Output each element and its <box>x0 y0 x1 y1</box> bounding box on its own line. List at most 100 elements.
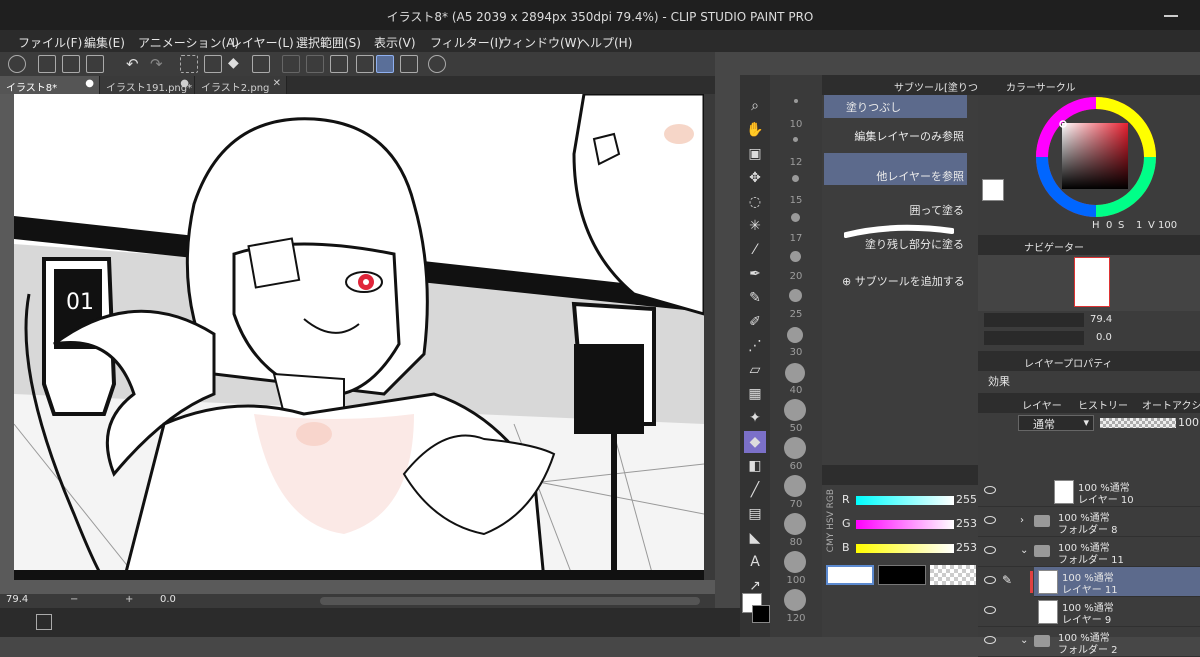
snap-special-ruler-icon[interactable] <box>376 55 394 73</box>
menu-edit[interactable]: 編集(E) <box>84 34 125 51</box>
sub-color-chip[interactable] <box>878 565 926 585</box>
g-value[interactable]: 253 <box>956 517 977 530</box>
eyedropper-tool-icon[interactable]: ⁄ <box>744 239 766 261</box>
snap-ruler-icon[interactable] <box>356 55 374 73</box>
menu-help[interactable]: ヘルプ(H) <box>578 34 632 51</box>
eye-icon[interactable] <box>984 576 996 584</box>
menu-animation[interactable]: アニメーション(A) <box>138 34 239 51</box>
navigator-preview-area[interactable] <box>978 255 1200 311</box>
opacity-value[interactable]: 100 <box>1178 416 1199 429</box>
layer-row[interactable]: › 100 %通常 フォルダー 8 <box>978 507 1200 537</box>
brush-size-dot[interactable] <box>784 437 806 459</box>
color-wheel[interactable] <box>1034 95 1158 219</box>
blend-tool-icon[interactable]: ▦ <box>744 383 766 405</box>
subtool-item-enclose-fill[interactable]: 囲って塗る <box>824 187 967 219</box>
help-icon[interactable] <box>428 55 446 73</box>
tab-layer[interactable]: レイヤー <box>1022 397 1062 412</box>
angle-readout[interactable]: 0.0 <box>160 594 176 605</box>
brush-size-dot[interactable] <box>784 551 806 573</box>
deselect-icon[interactable] <box>282 55 300 73</box>
subtool-item-edit-layer-only[interactable]: 編集レイヤーのみ参照 <box>824 122 967 145</box>
tab-illust2[interactable]: イラスト2.png ✕ <box>195 76 287 94</box>
menu-selection[interactable]: 選択範囲(S) <box>296 34 361 51</box>
brush-size-dot[interactable] <box>784 475 806 497</box>
brush-tool-icon[interactable]: ✐ <box>744 311 766 333</box>
tab-close-icon[interactable]: ✕ <box>273 78 281 89</box>
r-value[interactable]: 255 <box>956 493 977 506</box>
brush-size-dot[interactable] <box>789 289 802 302</box>
subtool-item-unfilled-area[interactable]: 塗り残し部分に塗る <box>824 221 967 253</box>
clip-studio-icon[interactable] <box>8 55 26 73</box>
open-file-icon[interactable] <box>62 55 80 73</box>
subtool-item-refer-other-layers[interactable]: 他レイヤーを参照 <box>824 153 967 185</box>
menu-view[interactable]: 表示(V) <box>374 34 416 51</box>
fill-tool-icon[interactable]: ◆ <box>744 431 766 453</box>
eye-icon[interactable] <box>984 546 996 554</box>
clear-icon[interactable] <box>180 55 198 73</box>
main-color-swatch[interactable] <box>982 179 1004 201</box>
move-layer-tool-icon[interactable]: ✥ <box>744 167 766 189</box>
brush-size-dot[interactable] <box>787 327 803 343</box>
scale-icon[interactable] <box>252 55 270 73</box>
eye-icon[interactable] <box>984 606 996 614</box>
brush-size-dot[interactable] <box>792 175 799 182</box>
eraser-tool-icon[interactable]: ▱ <box>744 359 766 381</box>
lasso-tool-icon[interactable]: ◌ <box>744 191 766 213</box>
layer-row[interactable]: 100 %通常 レイヤー 9 <box>978 597 1200 627</box>
layer-row[interactable]: ⌄ 100 %通常 フォルダー 11 <box>978 537 1200 567</box>
zoom-out-icon[interactable]: − <box>70 594 78 605</box>
fill-icon[interactable]: ◆ <box>228 55 246 73</box>
subtool-group-fill[interactable]: 塗りつぶし <box>824 95 967 118</box>
r-slider[interactable] <box>856 496 954 505</box>
show-selection-icon[interactable] <box>330 55 348 73</box>
blend-mode-select[interactable]: 通常 ▾ <box>1018 415 1094 431</box>
hand-tool-icon[interactable]: ✋ <box>744 119 766 141</box>
text-tool-icon[interactable]: A <box>744 551 766 573</box>
drawing-canvas[interactable]: 01 <box>14 94 704 580</box>
operation-tool-icon[interactable]: ▣ <box>744 143 766 165</box>
transparent-color-chip[interactable] <box>930 565 976 585</box>
menu-layer[interactable]: レイヤー(L) <box>230 34 294 51</box>
color-mode-tabs[interactable]: CMY HSV RGB <box>826 489 836 552</box>
tab-illust191[interactable]: イラスト191.png* ● <box>100 76 195 94</box>
add-subtool-button[interactable]: ⊕ サブツールを追加する <box>842 273 965 289</box>
chevron-right-icon[interactable]: › <box>1020 515 1024 526</box>
eye-icon[interactable] <box>984 516 996 524</box>
navigator-angle[interactable]: 0.0 <box>1096 332 1112 343</box>
horizontal-scrollbar[interactable] <box>320 597 700 605</box>
brush-size-dot[interactable] <box>784 589 806 611</box>
main-color-chip[interactable] <box>826 565 874 585</box>
navigator-rotate-slider[interactable] <box>984 331 1084 345</box>
undo-icon[interactable]: ↶ <box>126 55 144 73</box>
frame-tool-icon[interactable]: ▤ <box>744 503 766 525</box>
brush-size-dot[interactable] <box>784 513 806 535</box>
gradient-tool-icon[interactable]: ◧ <box>744 455 766 477</box>
invert-selection-icon[interactable] <box>306 55 324 73</box>
snap-grid-icon[interactable] <box>400 55 418 73</box>
menu-file[interactable]: ファイル(F) <box>18 34 82 51</box>
layer-row-selected[interactable]: 100 %通常 レイヤー 11 <box>1030 567 1200 597</box>
b-value[interactable]: 253 <box>956 541 977 554</box>
opacity-slider[interactable] <box>1100 418 1176 428</box>
brush-size-dot[interactable] <box>785 363 805 383</box>
brush-size-dot[interactable] <box>791 213 800 222</box>
navigator-zoom[interactable]: 79.4 <box>1090 314 1112 325</box>
save-icon[interactable] <box>86 55 104 73</box>
figure-tool-icon[interactable]: ╱ <box>744 479 766 501</box>
pencil-tool-icon[interactable]: ✎ <box>744 287 766 309</box>
redo-icon[interactable]: ↷ <box>150 55 168 73</box>
menu-window[interactable]: ウィンドウ(W) <box>500 34 581 51</box>
new-file-icon[interactable] <box>38 55 56 73</box>
layer-row[interactable]: ⌄ 100 %通常 フォルダー 2 <box>978 627 1200 657</box>
eye-icon[interactable] <box>984 636 996 644</box>
zoom-readout[interactable]: 79.4 <box>6 594 28 605</box>
panel-toggle-icon[interactable] <box>36 614 52 630</box>
vertical-scrollbar[interactable] <box>704 94 715 580</box>
tab-illust8[interactable]: イラスト8* ● <box>0 76 100 94</box>
magic-wand-tool-icon[interactable]: ✳ <box>744 215 766 237</box>
sub-color-swatch[interactable] <box>752 605 770 623</box>
navigator-zoom-slider[interactable] <box>984 313 1084 327</box>
pen-tool-icon[interactable]: ✒ <box>744 263 766 285</box>
brush-size-dot[interactable] <box>790 251 801 262</box>
airbrush-tool-icon[interactable]: ⋰ <box>744 335 766 357</box>
